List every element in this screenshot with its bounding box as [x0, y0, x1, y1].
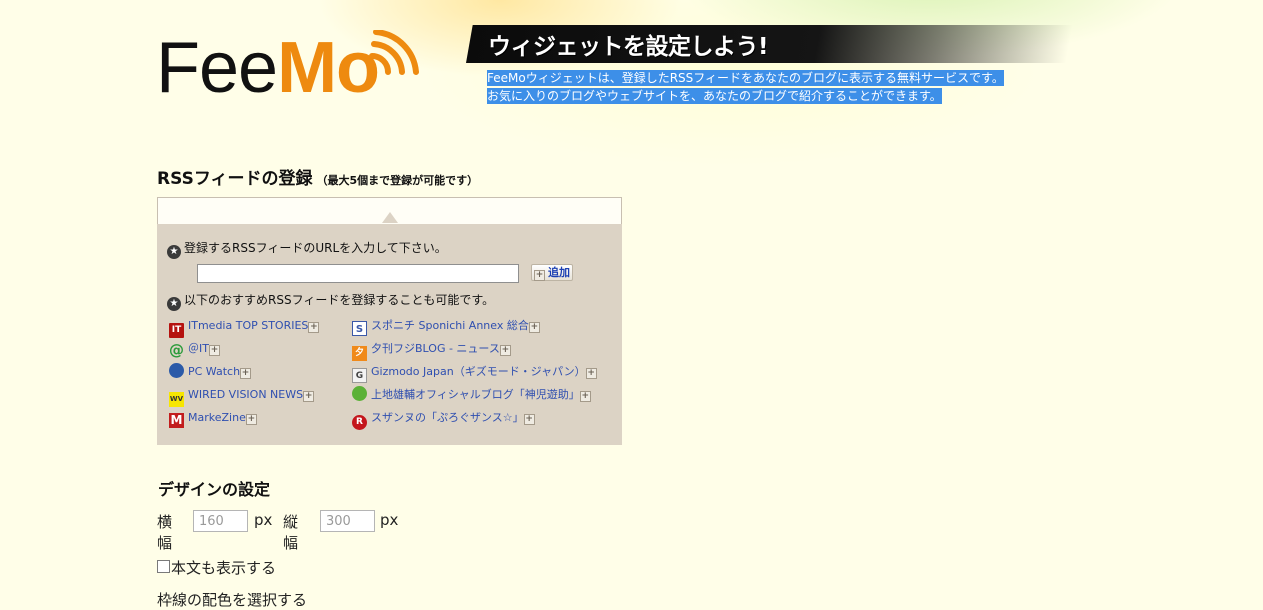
logo-wordmark: FeeMo	[156, 26, 380, 110]
suzanne-icon: R	[352, 415, 367, 430]
feed-item-yukan-fuji[interactable]: 夕夕刊フジBLOG - ニュース +	[352, 340, 511, 361]
width-input[interactable]: 160	[193, 510, 248, 532]
height-label: 縦幅	[283, 513, 299, 552]
width-label: 横幅	[157, 513, 173, 552]
feed-item-kamiji[interactable]: 上地雄輔オフィシャルブログ「神児遊助」 +	[352, 386, 591, 403]
broadcast-waves-icon	[369, 30, 419, 75]
feed-item-wired-vision[interactable]: WV WIRED VISION NEWS +	[169, 386, 315, 407]
atmark-it-icon: @	[169, 341, 184, 359]
feed-item-gizmodo[interactable]: G Gizmodo Japan（ギズモード・ジャパン） +	[352, 363, 597, 383]
add-plus-icon[interactable]: +	[523, 414, 535, 425]
height-unit: px	[380, 511, 399, 529]
rss-title-text: RSSフィードの登録	[157, 169, 313, 189]
feed-label[interactable]: PC Watch	[188, 365, 240, 378]
feed-label[interactable]: ITmedia TOP STORIES	[188, 319, 308, 332]
intro-text: FeeMoウィジェットは、登録したRSSフィードをあなたのブログに表示する無料サ…	[487, 69, 1004, 105]
url-instruction: ★ 登録するRSSフィードのURLを入力して下さい。	[167, 239, 447, 259]
show-body-label: 本文も表示する	[171, 559, 277, 577]
pc-watch-icon	[169, 363, 184, 378]
feed-item-pc-watch[interactable]: PC Watch +	[169, 363, 252, 380]
star-icon: ★	[167, 297, 181, 311]
logo-fee: Fee	[156, 28, 278, 108]
add-plus-icon[interactable]: +	[208, 345, 220, 356]
border-color-label: 枠線の配色を選択する	[157, 591, 308, 609]
plus-icon: +	[534, 270, 545, 281]
width-unit: px	[254, 511, 273, 529]
add-plus-icon[interactable]: +	[245, 414, 257, 425]
feed-item-markezine[interactable]: M MarkeZine +	[169, 409, 257, 428]
markezine-icon: M	[169, 413, 184, 428]
feed-label[interactable]: Gizmodo Japan（ギズモード・ジャパン）	[371, 365, 586, 378]
add-plus-icon[interactable]: +	[303, 391, 315, 402]
add-plus-icon[interactable]: +	[585, 368, 597, 379]
height-input[interactable]: 300	[320, 510, 375, 532]
design-section-title: デザインの設定	[158, 480, 271, 499]
add-feed-label: 追加	[548, 266, 570, 279]
yukan-fuji-icon: 夕	[352, 346, 367, 361]
feed-item-sponichi[interactable]: S スポニチ Sponichi Annex 総合 +	[352, 317, 540, 336]
feed-item-itmedia[interactable]: IT ITmedia TOP STORIES +	[169, 317, 320, 338]
feed-item-atmark-it[interactable]: @ ＠IT +	[169, 340, 220, 359]
feed-item-suzanne[interactable]: R スザンヌの「ぷろぐザンス☆」 +	[352, 409, 535, 430]
rss-title-note: （最大5個まで登録が可能です）	[316, 174, 479, 187]
feed-label[interactable]: MarkeZine	[188, 411, 246, 424]
wired-vision-icon: WV	[169, 392, 184, 407]
intro-line-2: お気に入りのブログやウェブサイトを、あなたのブログで紹介することができます。	[487, 88, 942, 104]
rss-section-title: RSSフィードの登録 （最大5個まで登録が可能です）	[157, 164, 478, 189]
star-icon: ★	[167, 245, 181, 259]
feed-label[interactable]: 上地雄輔オフィシャルブログ「神児遊助」	[371, 388, 580, 401]
feed-label[interactable]: WIRED VISION NEWS	[188, 388, 303, 401]
sponichi-icon: S	[352, 321, 367, 336]
gizmodo-icon: G	[352, 368, 367, 383]
rss-panel: ★ 登録するRSSフィードのURLを入力して下さい。 + 追加 ★ 以下のおすすめRS…	[157, 197, 622, 445]
feed-label[interactable]: スポニチ Sponichi Annex 総合	[371, 319, 529, 332]
add-plus-icon[interactable]: +	[308, 322, 320, 333]
feemo-logo: FeeMo	[156, 26, 426, 108]
add-plus-icon[interactable]: +	[528, 322, 540, 333]
banner-title: ウィジェットを設定しよう!	[488, 34, 769, 60]
add-plus-icon[interactable]: +	[499, 345, 511, 356]
add-plus-icon[interactable]: +	[579, 391, 591, 402]
intro-line-1: FeeMoウィジェットは、登録したRSSフィードをあなたのブログに表示する無料サ…	[487, 70, 1004, 86]
add-plus-icon[interactable]: +	[240, 368, 252, 379]
panel-notch	[382, 212, 398, 223]
url-instruction-text: 登録するRSSフィードのURLを入力して下さい。	[184, 241, 447, 255]
itmedia-icon: IT	[169, 323, 184, 338]
add-feed-button[interactable]: + 追加	[531, 264, 573, 281]
recommended-instruction-text: 以下のおすすめRSSフィードを登録することも可能です。	[184, 293, 495, 307]
show-body-option[interactable]: 本文も表示する	[157, 557, 276, 578]
kamiji-clover-icon	[352, 386, 367, 401]
show-body-checkbox[interactable]	[157, 560, 170, 573]
feed-label[interactable]: スザンヌの「ぷろぐザンス☆」	[371, 411, 524, 424]
feed-label[interactable]: ＠IT	[188, 342, 209, 355]
rss-url-input[interactable]	[197, 264, 519, 283]
feed-label[interactable]: 夕刊フジBLOG - ニュース	[371, 342, 500, 355]
recommended-instruction: ★ 以下のおすすめRSSフィードを登録することも可能です。	[167, 291, 494, 311]
